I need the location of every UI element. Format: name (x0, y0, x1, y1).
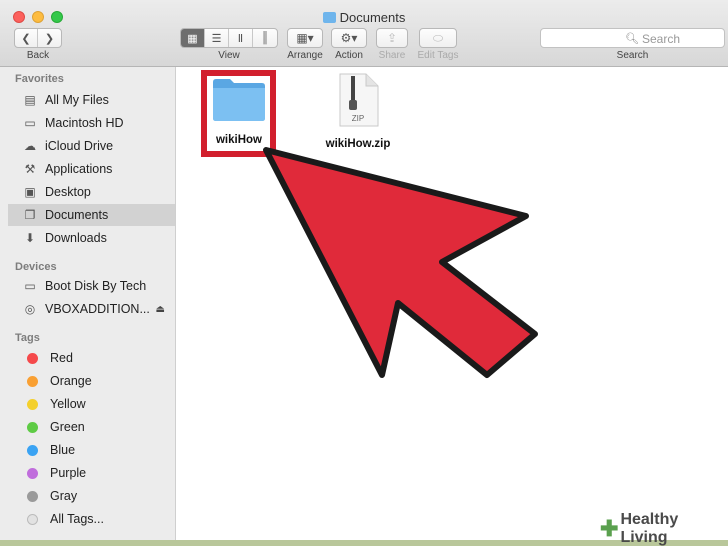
watermark-text: Healthy Living (620, 511, 679, 546)
healthy-living-watermark: ✚ Healthy Living (596, 511, 718, 546)
plus-logo-icon: ✚ (600, 516, 619, 541)
pointer-arrow (263, 147, 538, 378)
finder-window: Documents ❮ ❯ Back ▦ ☰ Ⅱ ║ View ▦▾ Arran… (0, 0, 728, 540)
